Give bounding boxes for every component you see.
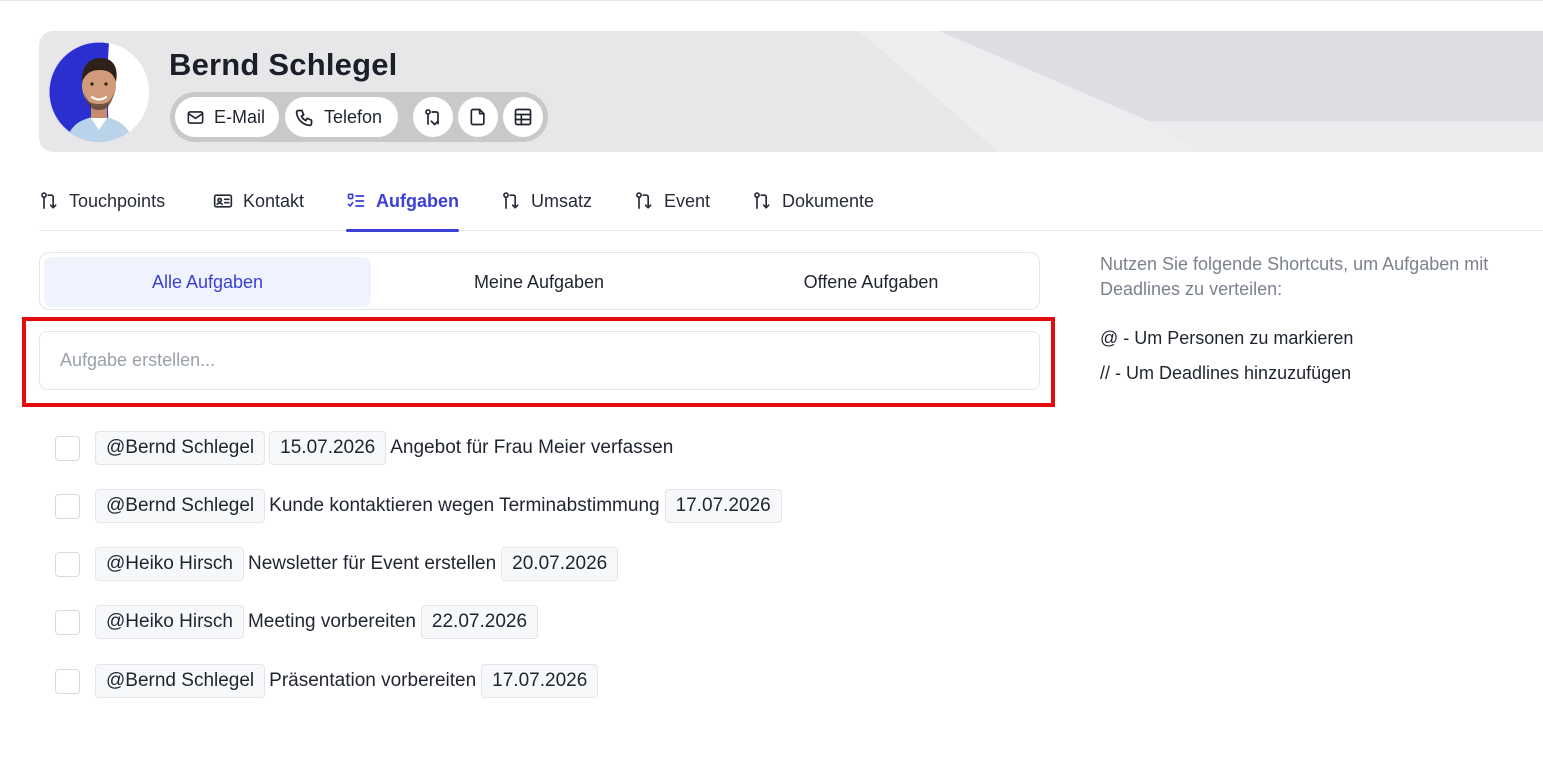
git-pull-request-icon: [41, 192, 57, 209]
git-pull-request-icon: [636, 192, 652, 209]
git-pull-request-icon: [503, 192, 519, 209]
task-text: Kunde kontaktieren wegen Terminabstimmun…: [269, 495, 660, 516]
task-checkbox[interactable]: [55, 551, 80, 577]
task-row: @Bernd Schlegel 15.07.2026 Angebot für F…: [55, 431, 678, 465]
tab-event[interactable]: Event: [634, 171, 710, 231]
tab-bar: Touchpoints Kontakt Aufgaben Umsatz Even…: [39, 171, 1543, 232]
person-tag: @Bernd Schlegel: [95, 431, 266, 465]
phone-icon: [295, 109, 313, 126]
phone-button[interactable]: Telefon: [285, 97, 398, 137]
date-tag: 17.07.2026: [664, 489, 782, 523]
task-text: Newsletter für Event erstellen: [247, 553, 497, 574]
tab-aufgaben[interactable]: Aufgaben: [346, 171, 459, 232]
git-pull-request-icon: [754, 192, 770, 209]
id-card-icon: [213, 194, 233, 208]
task-row: @Heiko Hirsch Newsletter für Event erste…: [55, 547, 622, 581]
task-row: @Heiko Hirsch Meeting vorbereiten 22.07.…: [55, 605, 542, 639]
task-checkbox[interactable]: [55, 435, 80, 461]
filter-my-tasks[interactable]: Meine Aufgaben: [375, 257, 703, 307]
tab-umsatz[interactable]: Umsatz: [501, 171, 592, 231]
person-tag: @Bernd Schlegel: [95, 664, 266, 698]
filter-all-tasks[interactable]: Alle Aufgaben: [44, 257, 371, 307]
shortcut-hint: Nutzen Sie folgende Shortcuts, um Aufgab…: [1100, 254, 1489, 299]
tab-kontakt[interactable]: Kontakt: [213, 171, 304, 231]
date-tag: 15.07.2026: [269, 431, 387, 465]
git-pull-request-icon: [425, 109, 439, 126]
task-filter: Alle Aufgaben Meine Aufgaben Offene Aufg…: [39, 252, 1040, 310]
create-task-input[interactable]: [39, 331, 1040, 390]
task-row: @Bernd Schlegel Präsentation vorbereiten…: [55, 664, 602, 698]
mail-icon: [187, 110, 204, 124]
page: Bernd Schlegel E-Mail Telefon Touchpoint…: [0, 0, 1543, 768]
checklist-icon: [347, 193, 365, 207]
tab-label: Dokumente: [782, 190, 875, 211]
task-checkbox[interactable]: [55, 493, 80, 519]
email-button[interactable]: E-Mail: [175, 97, 279, 137]
tab-touchpoints[interactable]: Touchpoints: [39, 171, 165, 231]
shortcut-deadline: // - Um Deadlines hinzuzufügen: [1100, 363, 1352, 383]
person-tag: @Heiko Hirsch: [95, 547, 244, 581]
date-tag: 17.07.2026: [481, 664, 599, 698]
shortcut-person: @ - Um Personen zu markieren: [1100, 328, 1354, 348]
touchpoint-action-button[interactable]: [413, 97, 453, 137]
table-action-button[interactable]: [503, 97, 543, 137]
tab-label: Kontakt: [243, 190, 305, 211]
tab-label: Event: [664, 190, 711, 211]
avatar: [49, 42, 149, 142]
task-text: Präsentation vorbereiten: [269, 670, 477, 691]
date-tag: 22.07.2026: [420, 605, 539, 639]
email-button-label: E-Mail: [214, 106, 266, 127]
date-tag: 20.07.2026: [501, 547, 619, 581]
document-action-button[interactable]: [458, 97, 498, 137]
task-checkbox[interactable]: [55, 609, 80, 635]
table-icon: [514, 108, 532, 126]
tab-label: Umsatz: [531, 190, 593, 211]
task-text: Meeting vorbereiten: [247, 611, 416, 632]
tab-label: Aufgaben: [376, 190, 459, 211]
tab-label: Touchpoints: [69, 190, 166, 211]
task-row: @Bernd Schlegel Kunde kontaktieren wegen…: [55, 489, 786, 523]
person-tag: @Heiko Hirsch: [95, 605, 244, 639]
task-text: Angebot für Frau Meier verfassen: [390, 437, 674, 458]
person-tag: @Bernd Schlegel: [95, 489, 266, 523]
file-icon: [470, 108, 485, 126]
filter-open-tasks[interactable]: Offene Aufgaben: [707, 257, 1035, 307]
task-checkbox[interactable]: [55, 668, 80, 694]
contact-name: Bernd Schlegel: [169, 47, 398, 82]
tab-dokumente[interactable]: Dokumente: [752, 171, 874, 231]
phone-button-label: Telefon: [324, 106, 383, 127]
